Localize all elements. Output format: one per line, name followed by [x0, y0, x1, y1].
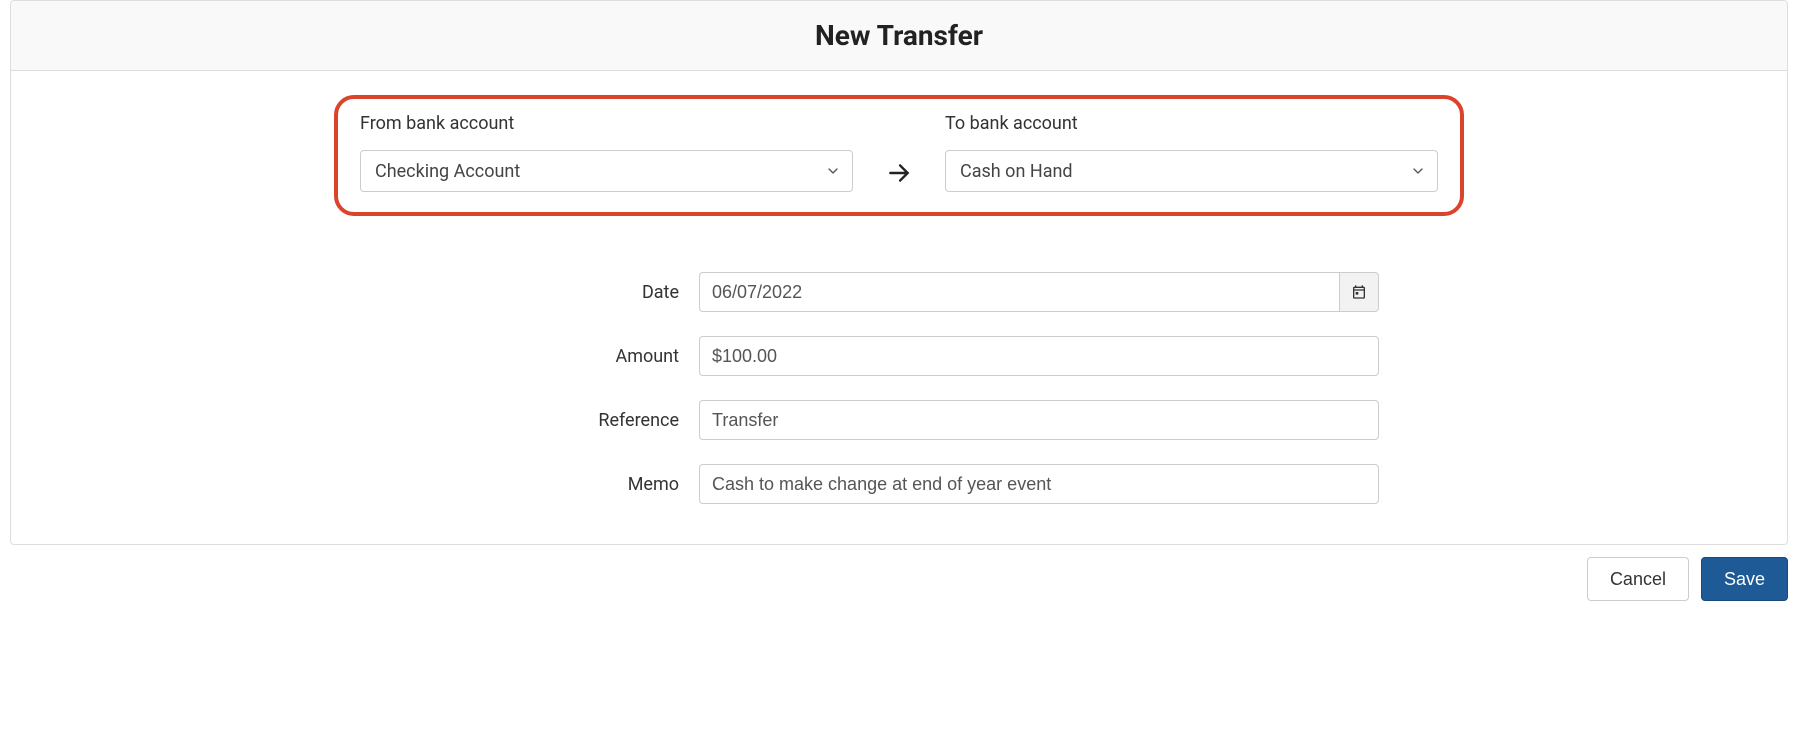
reference-input[interactable] — [699, 400, 1379, 440]
from-account-value[interactable]: Checking Account — [360, 150, 853, 192]
memo-input[interactable] — [699, 464, 1379, 504]
date-input[interactable] — [699, 272, 1339, 312]
memo-label: Memo — [419, 474, 699, 495]
date-picker-button[interactable] — [1339, 272, 1379, 312]
cancel-button[interactable]: Cancel — [1587, 557, 1689, 601]
to-account-column: To bank account Cash on Hand — [945, 113, 1438, 192]
panel-body: From bank account Checking Account To ba… — [11, 71, 1787, 544]
from-account-column: From bank account Checking Account — [360, 113, 853, 192]
reference-row: Reference — [419, 400, 1379, 440]
amount-input[interactable] — [699, 336, 1379, 376]
panel-header: New Transfer — [11, 1, 1787, 71]
save-button[interactable]: Save — [1701, 557, 1788, 601]
amount-row: Amount — [419, 336, 1379, 376]
amount-label: Amount — [419, 346, 699, 367]
date-label: Date — [419, 282, 699, 303]
arrow-right-icon — [886, 160, 912, 186]
from-account-select[interactable]: Checking Account — [360, 150, 853, 192]
transfer-direction-arrow — [869, 160, 929, 192]
calendar-icon — [1351, 284, 1367, 300]
reference-label: Reference — [419, 410, 699, 431]
to-account-label: To bank account — [945, 113, 1438, 134]
to-account-select[interactable]: Cash on Hand — [945, 150, 1438, 192]
page-title: New Transfer — [21, 19, 1777, 52]
account-selection-highlight: From bank account Checking Account To ba… — [334, 95, 1464, 216]
transfer-details-form: Date Amount — [419, 272, 1379, 504]
to-account-value[interactable]: Cash on Hand — [945, 150, 1438, 192]
date-row: Date — [419, 272, 1379, 312]
footer-actions: Cancel Save — [10, 545, 1788, 601]
new-transfer-panel: New Transfer From bank account Checking … — [10, 0, 1788, 545]
from-account-label: From bank account — [360, 113, 853, 134]
memo-row: Memo — [419, 464, 1379, 504]
